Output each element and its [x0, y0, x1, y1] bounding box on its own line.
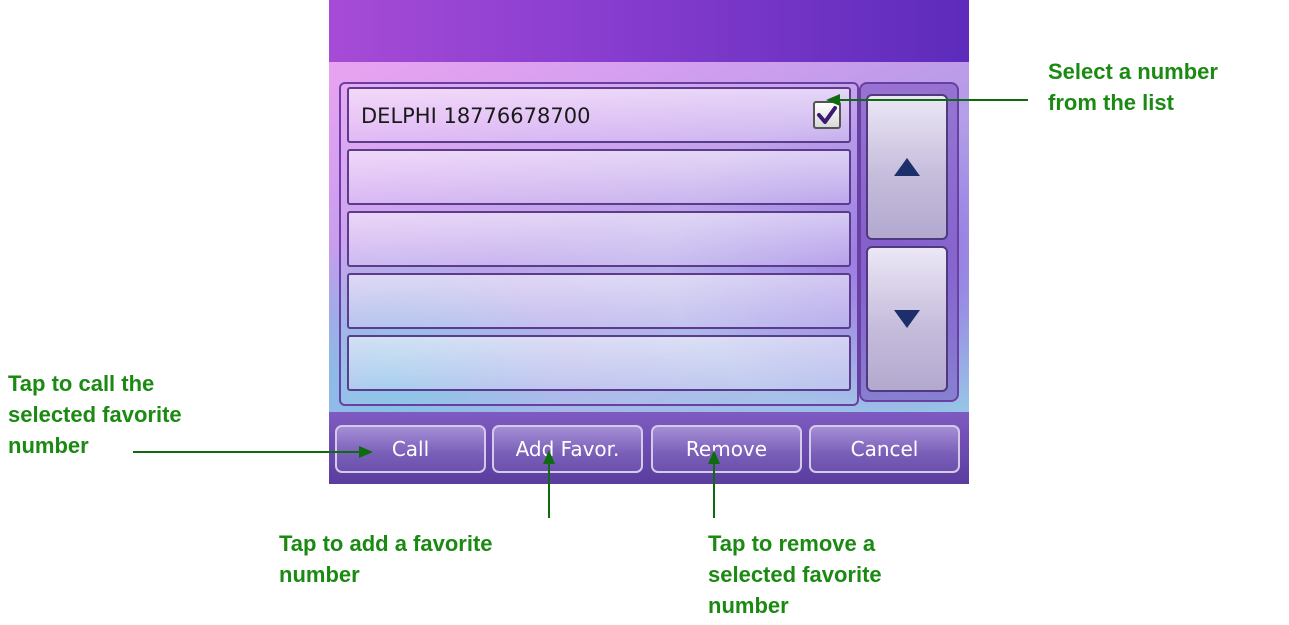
callout-line-select — [840, 99, 1028, 101]
callout-select-number: Select a number from the list — [1048, 59, 1218, 115]
checkmark-icon — [817, 106, 837, 124]
favorites-list: DELPHI 18776678700 — [339, 82, 859, 406]
callout-line-call — [133, 451, 359, 453]
arrow-up-icon — [543, 450, 555, 464]
remove-button[interactable]: Remove — [651, 425, 802, 473]
title-bar — [329, 0, 969, 62]
list-item[interactable] — [347, 211, 851, 267]
triangle-up-icon — [894, 158, 920, 176]
callout-line-remove — [713, 462, 715, 518]
favorites-dialog: DELPHI 18776678700 Call Add Favor. Remov… — [329, 0, 969, 484]
list-item[interactable]: DELPHI 18776678700 — [347, 87, 851, 143]
callout-line-add — [548, 462, 550, 518]
callout-remove: Tap to remove a selected favorite number — [708, 531, 882, 618]
callout-add-favorite: Tap to add a favorite number — [279, 531, 493, 587]
action-bar: Call Add Favor. Remove Cancel — [329, 412, 969, 484]
call-button[interactable]: Call — [335, 425, 486, 473]
arrow-left-icon — [826, 94, 840, 106]
list-item[interactable] — [347, 273, 851, 329]
add-favorite-button[interactable]: Add Favor. — [492, 425, 643, 473]
list-item-label: DELPHI 18776678700 — [361, 104, 591, 128]
cancel-button[interactable]: Cancel — [809, 425, 960, 473]
scroll-up-button[interactable] — [866, 94, 948, 240]
scroll-down-button[interactable] — [866, 246, 948, 392]
callout-call: Tap to call the selected favorite number — [8, 371, 182, 458]
list-item[interactable] — [347, 149, 851, 205]
list-item[interactable] — [347, 335, 851, 391]
scroll-controls — [859, 82, 959, 402]
triangle-down-icon — [894, 310, 920, 328]
arrow-right-icon — [359, 446, 373, 458]
arrow-up-icon — [708, 450, 720, 464]
